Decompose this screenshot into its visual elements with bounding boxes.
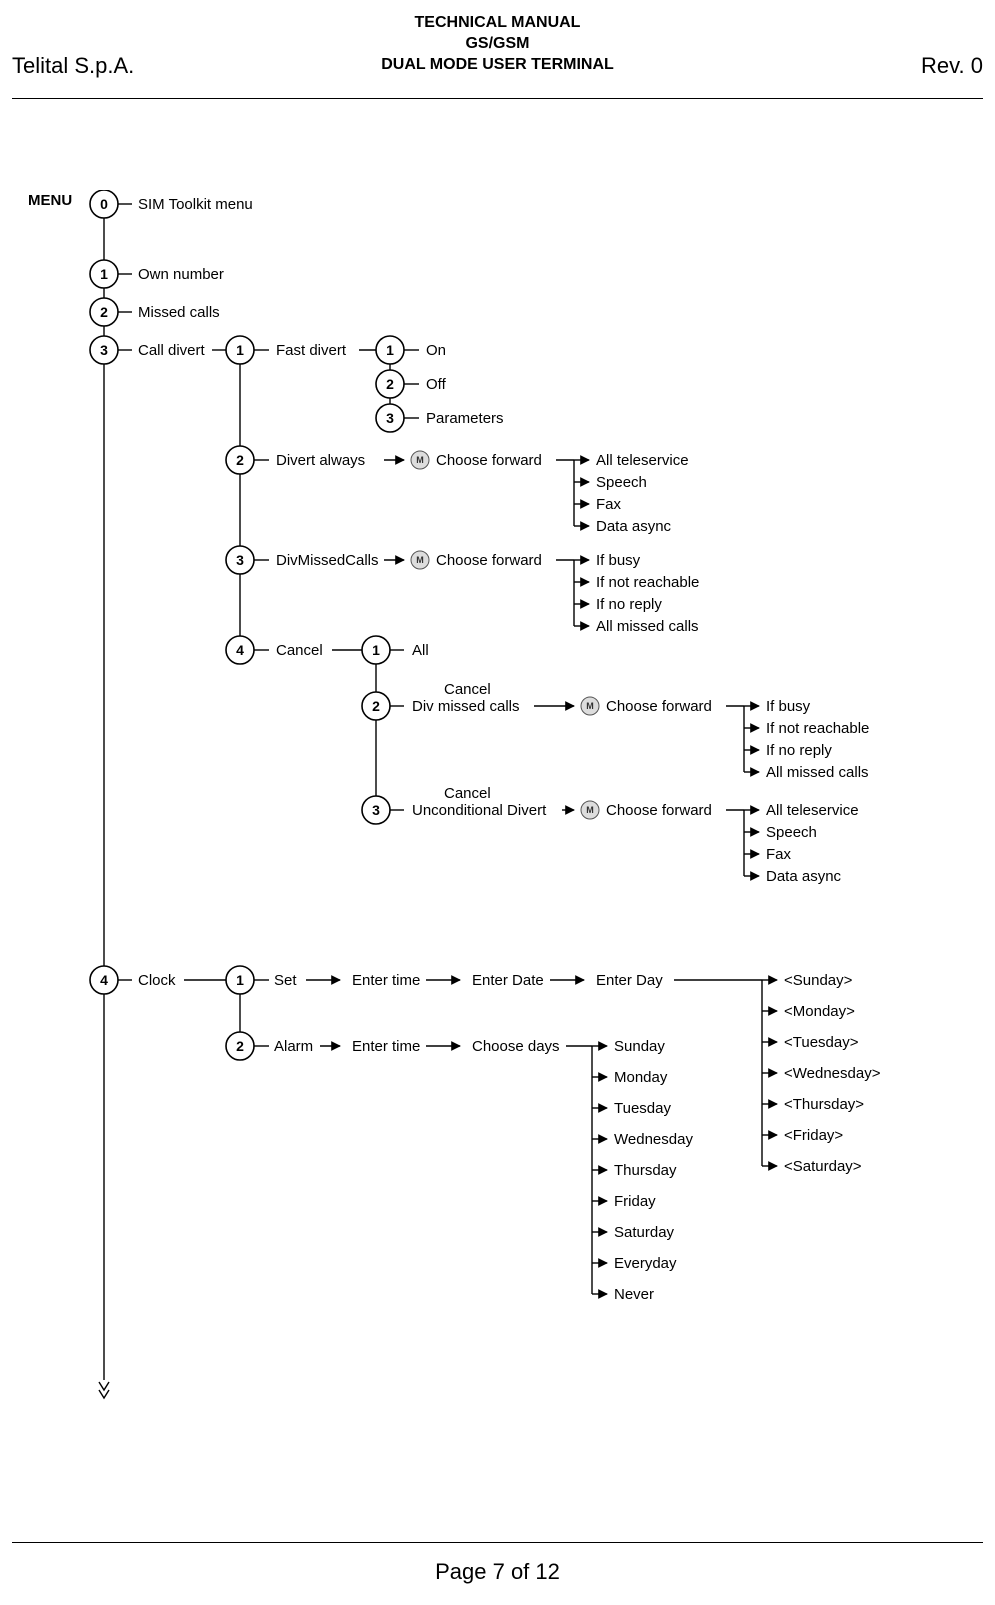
item-own-number: Own number [138, 266, 224, 283]
svg-text:Tuesday: Tuesday [614, 1100, 671, 1117]
svg-text:All teleservice: All teleservice [596, 452, 689, 469]
item-clock-alarm: Alarm [274, 1038, 313, 1055]
menu-root-label: MENU [28, 192, 72, 209]
manual-page: TECHNICAL MANUAL GS/GSM DUAL MODE USER T… [0, 0, 995, 1605]
svg-text:All teleservice: All teleservice [766, 802, 859, 819]
header-title-1: TECHNICAL MANUAL [12, 12, 983, 33]
opts-div-missed: If busy If not reachable If no reply All… [574, 552, 699, 635]
svg-text:If busy: If busy [766, 698, 811, 715]
svg-text:If busy: If busy [596, 552, 641, 569]
svg-text:1: 1 [372, 642, 380, 658]
item-cancel-uncond-l1: Cancel [444, 785, 491, 802]
item-cancel: Cancel [276, 642, 323, 659]
svg-text:Never: Never [614, 1286, 654, 1303]
action-choose-forward-3: Choose forward [606, 698, 712, 715]
svg-text:3: 3 [100, 342, 108, 358]
svg-text:1: 1 [386, 342, 394, 358]
svg-text:3: 3 [372, 802, 380, 818]
header-rule [12, 98, 983, 99]
svg-text:<Friday>: <Friday> [784, 1127, 843, 1144]
svg-text:<Saturday>: <Saturday> [784, 1158, 862, 1175]
page-number: Page 7 of 12 [0, 1559, 995, 1585]
svg-text:Thursday: Thursday [614, 1162, 677, 1179]
item-call-divert: Call divert [138, 342, 206, 359]
step-choose-days: Choose days [472, 1038, 560, 1055]
item-clock-set: Set [274, 972, 297, 989]
svg-text:All missed calls: All missed calls [766, 764, 869, 781]
item-fast-divert: Fast divert [276, 342, 347, 359]
svg-text:Fax: Fax [766, 846, 792, 863]
svg-text:0: 0 [100, 196, 108, 212]
svg-text:If not reachable: If not reachable [766, 720, 869, 737]
svg-text:2: 2 [100, 304, 108, 320]
svg-text:<Monday>: <Monday> [784, 1003, 855, 1020]
svg-text:Data async: Data async [596, 518, 672, 535]
action-choose-forward-1: Choose forward [436, 452, 542, 469]
svg-text:4: 4 [236, 642, 244, 658]
step-enter-time-1: Enter time [352, 972, 420, 989]
item-cancel-uncond-l2: Unconditional Divert [412, 802, 547, 819]
svg-text:Saturday: Saturday [614, 1224, 675, 1241]
item-fast-divert-params: Parameters [426, 410, 504, 427]
svg-text:All missed calls: All missed calls [596, 618, 699, 635]
item-sim-toolkit: SIM Toolkit menu [138, 196, 253, 213]
svg-text:2: 2 [236, 452, 244, 468]
svg-text:<Wednesday>: <Wednesday> [784, 1065, 881, 1082]
step-enter-day: Enter Day [596, 972, 663, 989]
step-enter-date: Enter Date [472, 972, 544, 989]
header-revision: Rev. 0 [921, 53, 983, 79]
header-company: Telital S.p.A. [12, 53, 134, 79]
item-missed-calls: Missed calls [138, 304, 220, 321]
svg-text:<Tuesday>: <Tuesday> [784, 1034, 859, 1051]
svg-text:If no reply: If no reply [766, 742, 832, 759]
svg-text:Monday: Monday [614, 1069, 668, 1086]
opts-cancel-uncond: All teleservice Speech Fax Data async [744, 802, 859, 885]
page-header: TECHNICAL MANUAL GS/GSM DUAL MODE USER T… [12, 12, 983, 79]
action-choose-forward-2: Choose forward [436, 552, 542, 569]
item-fast-divert-on: On [426, 342, 446, 359]
svg-text:If not reachable: If not reachable [596, 574, 699, 591]
svg-text:Sunday: Sunday [614, 1038, 665, 1055]
item-fast-divert-off: Off [426, 376, 447, 393]
svg-text:Speech: Speech [596, 474, 647, 491]
svg-text:Data async: Data async [766, 868, 842, 885]
svg-text:1: 1 [236, 972, 244, 988]
svg-text:Wednesday: Wednesday [614, 1131, 693, 1148]
menu-tree-diagram: M 0 SIM Toolkit menu 1 Own number 2 Miss… [84, 190, 983, 1495]
svg-text:Speech: Speech [766, 824, 817, 841]
svg-text:<Thursday>: <Thursday> [784, 1096, 864, 1113]
svg-text:1: 1 [236, 342, 244, 358]
footer-rule [12, 1542, 983, 1543]
svg-text:4: 4 [100, 972, 108, 988]
svg-text:2: 2 [236, 1038, 244, 1054]
item-div-missed-calls: DivMissedCalls [276, 552, 379, 569]
item-cancel-divmissed-l1: Cancel [444, 681, 491, 698]
opts-alarm-days: Sunday Monday Tuesday Wednesday Thursday… [592, 1038, 693, 1303]
item-divert-always: Divert always [276, 452, 365, 469]
svg-text:Fax: Fax [596, 496, 622, 513]
header-title-2: GS/GSM [12, 33, 983, 54]
svg-text:3: 3 [386, 410, 394, 426]
item-clock: Clock [138, 972, 176, 989]
svg-text:1: 1 [100, 266, 108, 282]
svg-text:If no reply: If no reply [596, 596, 662, 613]
item-cancel-all: All [412, 642, 429, 659]
item-cancel-divmissed-l2: Div missed calls [412, 698, 520, 715]
action-choose-forward-4: Choose forward [606, 802, 712, 819]
svg-text:2: 2 [372, 698, 380, 714]
svg-text:<Sunday>: <Sunday> [784, 972, 853, 989]
opts-divert-always: All teleservice Speech Fax Data async [574, 452, 689, 535]
svg-text:2: 2 [386, 376, 394, 392]
opts-set-day: <Sunday> <Monday> <Tuesday> <Wednesday> … [762, 972, 881, 1175]
opts-cancel-divmissed: If busy If not reachable If no reply All… [744, 698, 869, 781]
svg-text:3: 3 [236, 552, 244, 568]
step-enter-time-2: Enter time [352, 1038, 420, 1055]
svg-text:Everyday: Everyday [614, 1255, 677, 1272]
svg-text:Friday: Friday [614, 1193, 656, 1210]
